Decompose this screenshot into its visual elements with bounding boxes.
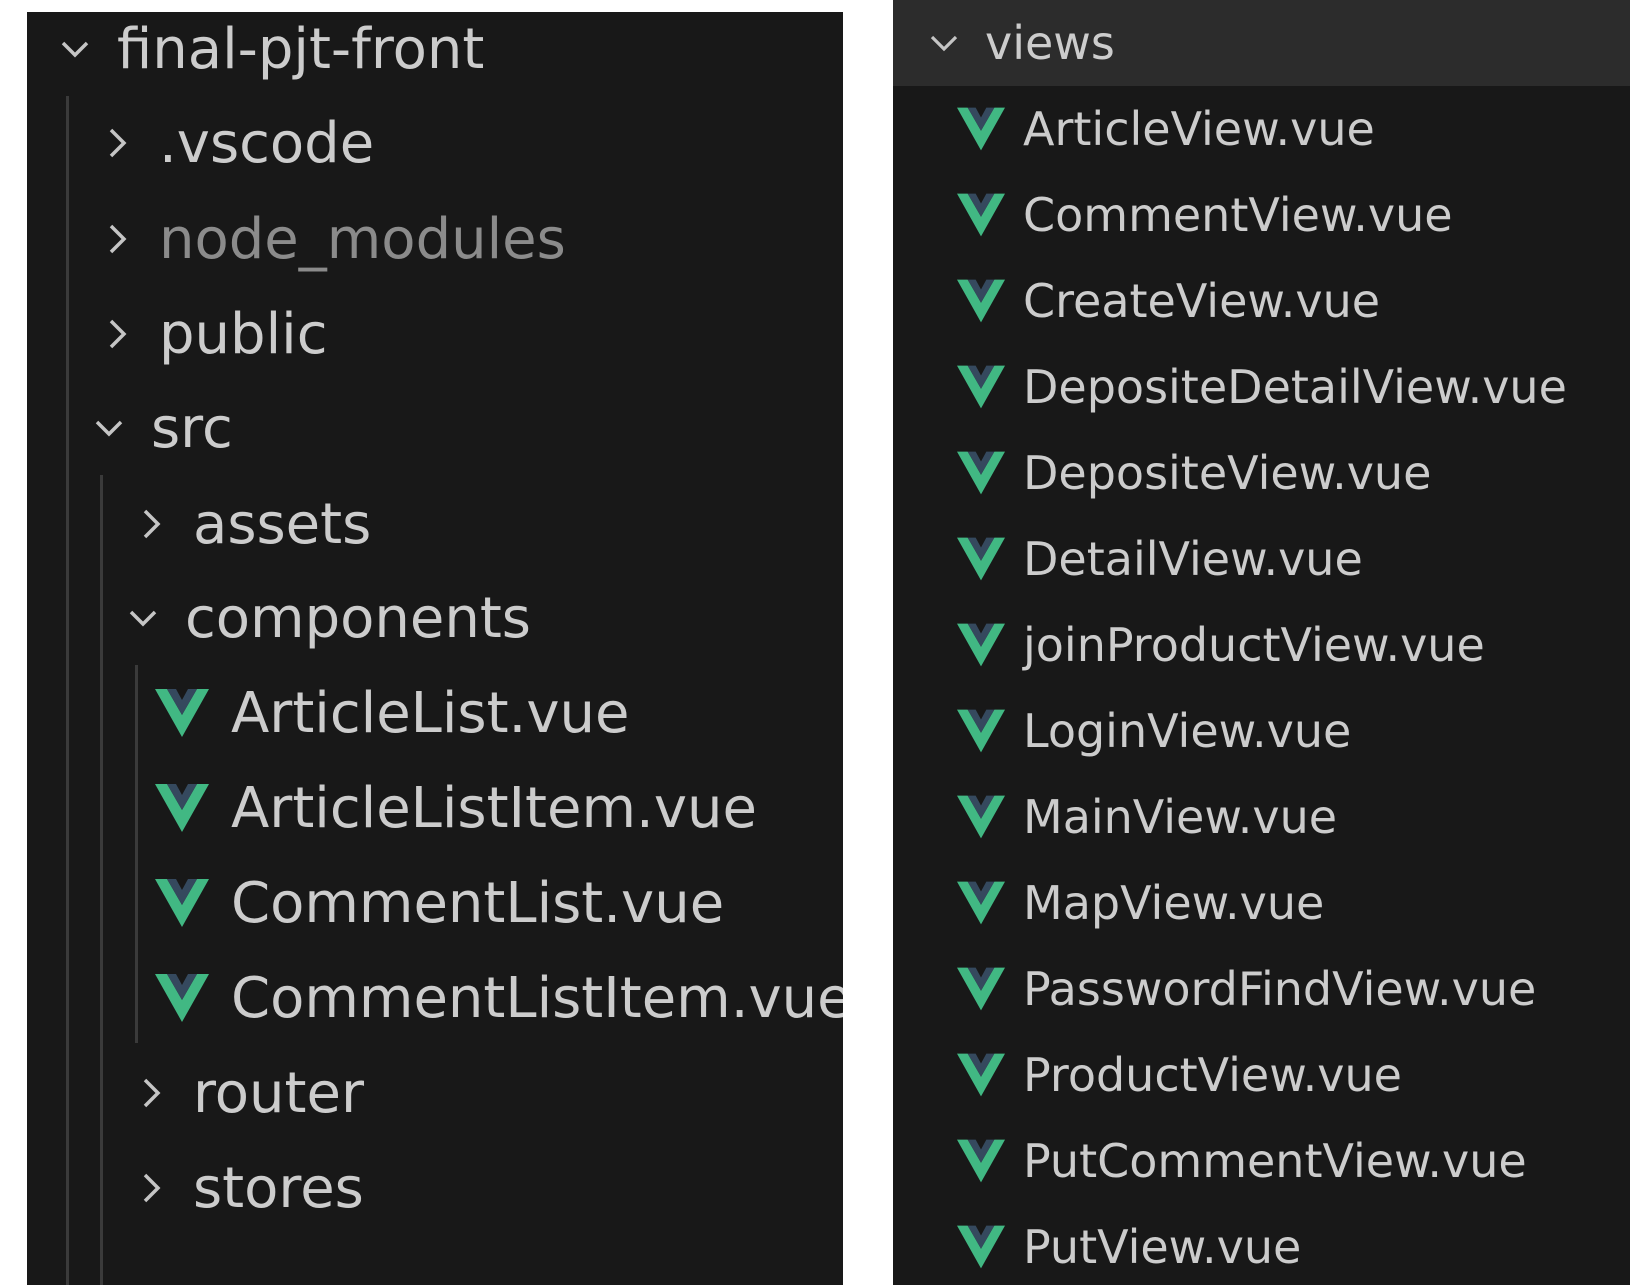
- file-label: CommentListItem.vue: [231, 965, 843, 1031]
- file-row[interactable]: DetailView.vue: [893, 516, 1630, 602]
- file-label: ArticleView.vue: [1023, 102, 1375, 156]
- folder-label: public: [159, 301, 328, 367]
- vue-icon: [957, 1139, 1005, 1183]
- vue-icon: [957, 365, 1005, 409]
- folder-assets[interactable]: assets: [27, 476, 843, 572]
- file-row[interactable]: MapView.vue: [893, 860, 1630, 946]
- vue-icon: [957, 1053, 1005, 1097]
- file-label: PasswordFindView.vue: [1023, 962, 1537, 1016]
- folder-router[interactable]: router: [27, 1045, 843, 1141]
- file-label: CreateView.vue: [1023, 274, 1381, 328]
- file-label: DetailView.vue: [1023, 532, 1363, 586]
- vue-icon: [155, 879, 209, 927]
- folder-stores[interactable]: stores: [27, 1140, 843, 1236]
- file-row[interactable]: joinProductView.vue: [893, 602, 1630, 688]
- file-label: MapView.vue: [1023, 876, 1325, 930]
- file-row[interactable]: ProductView.vue: [893, 1032, 1630, 1118]
- chevron-right-icon: [99, 316, 135, 352]
- file-label: ProductView.vue: [1023, 1048, 1402, 1102]
- file-label: CommentList.vue: [231, 870, 725, 936]
- folder-views[interactable]: views: [893, 0, 1630, 86]
- folder-final-pjt-front[interactable]: final-pjt-front: [27, 12, 843, 97]
- vue-icon: [957, 795, 1005, 839]
- file-row[interactable]: PutView.vue: [893, 1204, 1630, 1285]
- vue-icon: [957, 537, 1005, 581]
- vue-icon: [957, 967, 1005, 1011]
- file-row[interactable]: LoginView.vue: [893, 688, 1630, 774]
- file-row[interactable]: ArticleView.vue: [893, 86, 1630, 172]
- folder-components[interactable]: components: [27, 570, 843, 666]
- folder-vscode[interactable]: .vscode: [27, 95, 843, 191]
- chevron-down-icon: [57, 31, 93, 67]
- chevron-right-icon: [133, 1170, 169, 1206]
- file-label: DepositeView.vue: [1023, 446, 1432, 500]
- vue-icon: [957, 623, 1005, 667]
- vue-icon: [957, 1225, 1005, 1269]
- folder-label: views: [985, 16, 1115, 70]
- folder-label: node_modules: [159, 206, 566, 272]
- chevron-right-icon: [133, 506, 169, 542]
- file-label: joinProductView.vue: [1023, 618, 1485, 672]
- chevron-right-icon: [99, 125, 135, 161]
- file-row[interactable]: PasswordFindView.vue: [893, 946, 1630, 1032]
- folder-label: .vscode: [159, 110, 375, 176]
- folder-label: assets: [193, 491, 372, 557]
- vue-icon: [155, 974, 209, 1022]
- vue-icon: [957, 107, 1005, 151]
- vue-icon: [957, 881, 1005, 925]
- file-article-list-item[interactable]: ArticleListItem.vue: [27, 760, 843, 856]
- file-row[interactable]: CommentView.vue: [893, 172, 1630, 258]
- chevron-down-icon: [91, 410, 127, 446]
- vue-icon: [957, 451, 1005, 495]
- chevron-down-icon: [125, 600, 161, 636]
- file-label: LoginView.vue: [1023, 704, 1352, 758]
- vue-icon: [957, 279, 1005, 323]
- file-label: DepositeDetailView.vue: [1023, 360, 1567, 414]
- folder-label: components: [185, 585, 531, 651]
- file-row[interactable]: MainView.vue: [893, 774, 1630, 860]
- vue-icon: [155, 689, 209, 737]
- folder-label: router: [193, 1060, 364, 1126]
- vue-icon: [155, 784, 209, 832]
- explorer-panel-left: final-pjt-front .vscode node_modules pub…: [27, 12, 843, 1285]
- file-article-list[interactable]: ArticleList.vue: [27, 665, 843, 761]
- file-row[interactable]: PutCommentView.vue: [893, 1118, 1630, 1204]
- vue-icon: [957, 193, 1005, 237]
- file-label: ArticleList.vue: [231, 680, 630, 746]
- chevron-down-icon: [927, 26, 961, 60]
- file-label: CommentView.vue: [1023, 188, 1453, 242]
- folder-src[interactable]: src: [27, 380, 843, 476]
- file-label: PutCommentView.vue: [1023, 1134, 1527, 1188]
- file-comment-list-item[interactable]: CommentListItem.vue: [27, 950, 843, 1046]
- file-label: ArticleListItem.vue: [231, 775, 757, 841]
- folder-public[interactable]: public: [27, 286, 843, 382]
- file-row[interactable]: DepositeView.vue: [893, 430, 1630, 516]
- folder-label: final-pjt-front: [117, 16, 485, 82]
- chevron-right-icon: [99, 221, 135, 257]
- file-row[interactable]: DepositeDetailView.vue: [893, 344, 1630, 430]
- file-row[interactable]: CreateView.vue: [893, 258, 1630, 344]
- file-label: PutView.vue: [1023, 1220, 1302, 1274]
- explorer-panel-right: views ArticleView.vue CommentView.vue Crea…: [893, 0, 1630, 1285]
- chevron-right-icon: [133, 1075, 169, 1111]
- vue-icon: [957, 709, 1005, 753]
- folder-label: src: [151, 395, 233, 461]
- folder-node-modules[interactable]: node_modules: [27, 191, 843, 287]
- folder-label: stores: [193, 1155, 364, 1221]
- file-comment-list[interactable]: CommentList.vue: [27, 855, 843, 951]
- file-label: MainView.vue: [1023, 790, 1338, 844]
